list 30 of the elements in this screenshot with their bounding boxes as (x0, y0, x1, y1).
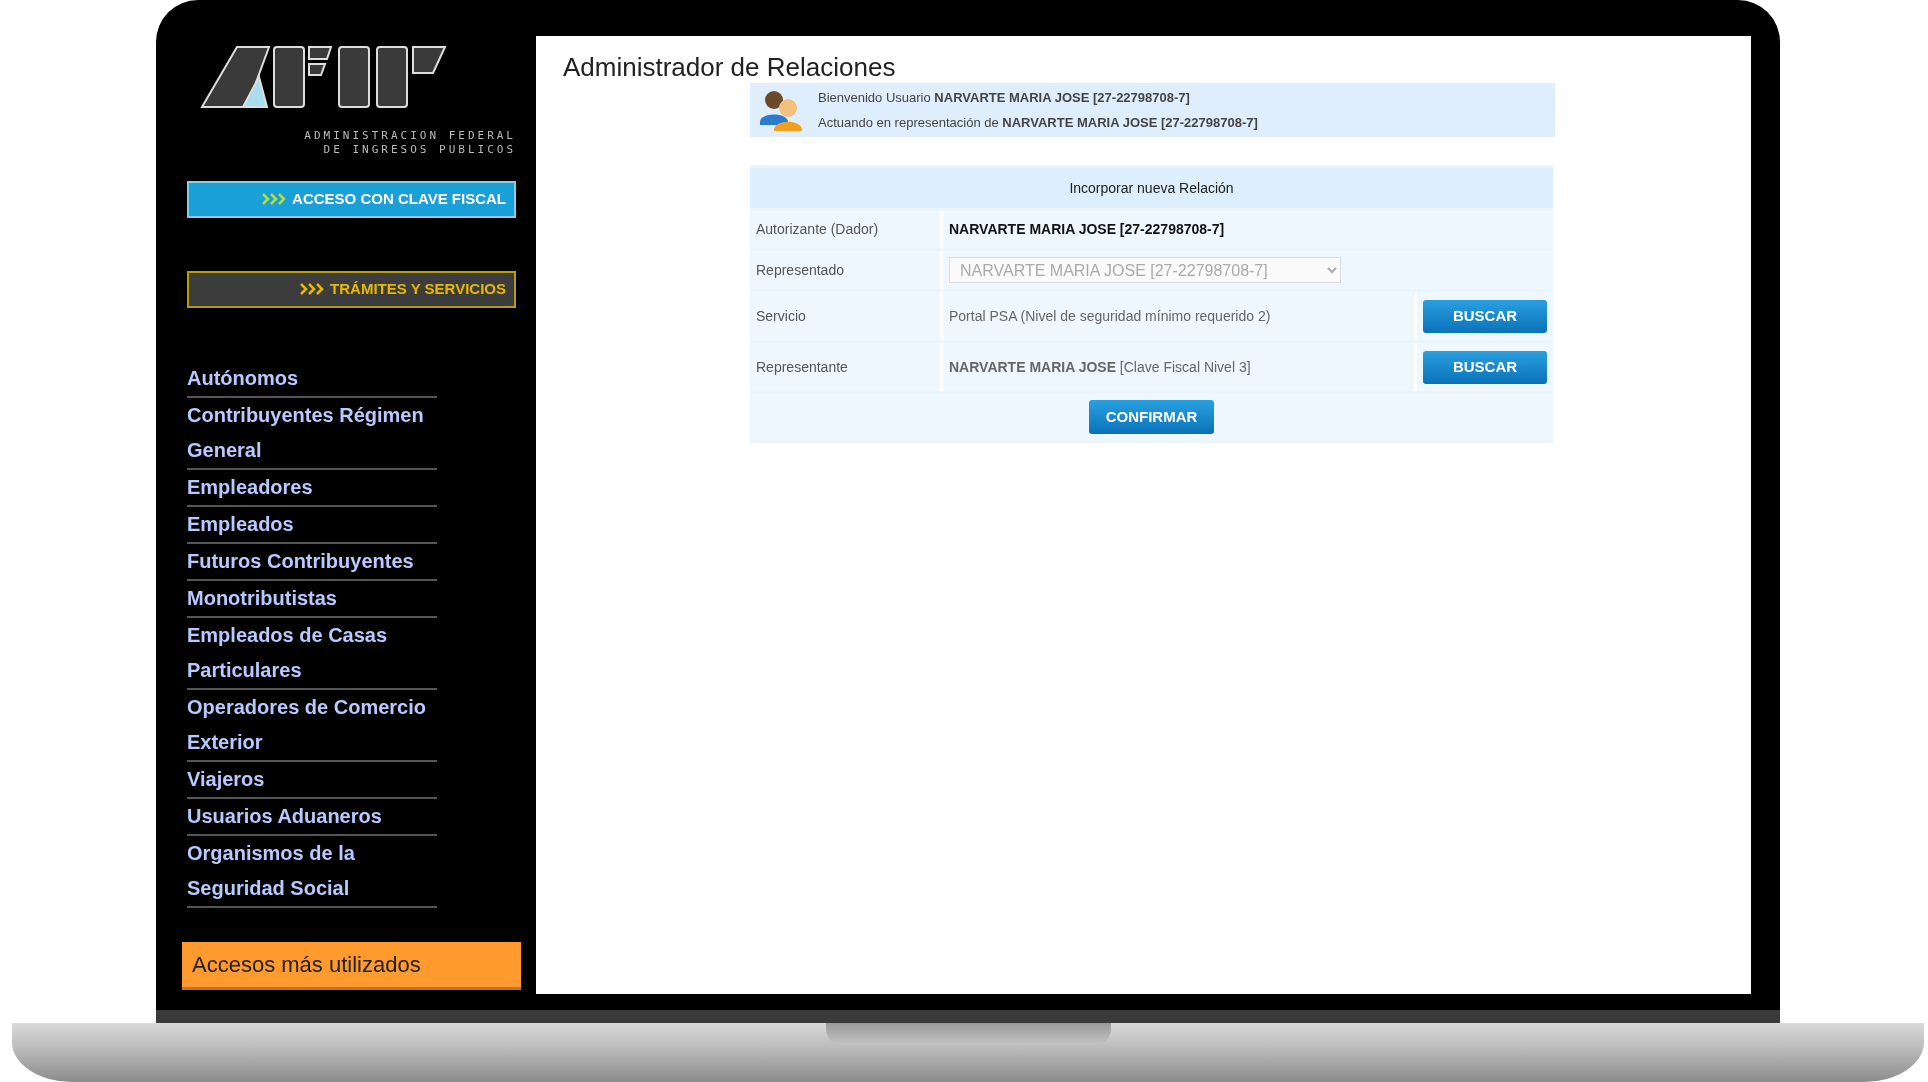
field-label: Autorizante (Dador) (750, 211, 943, 249)
sidebar-menu-link[interactable]: Empleados (187, 506, 437, 544)
sidebar-menu-link[interactable]: Operadores de Comercio Exterior (187, 689, 437, 762)
sidebar-menu-link[interactable]: Usuarios Aduaneros (187, 798, 437, 836)
page-title: Administrador de Relaciones (563, 52, 897, 84)
sidebar-menu-link[interactable]: Contribuyentes Régimen General (187, 397, 437, 470)
chevrons-icon (300, 283, 325, 295)
sidebar-menu-link[interactable]: Autónomos (187, 360, 437, 398)
field-value: NARVARTE MARIA JOSE [Clave Fiscal Nivel 3] (943, 343, 1417, 392)
most-used-access-header[interactable]: Accesos más utilizados (182, 942, 521, 990)
sidebar-menu-link[interactable]: Empleados de Casas Particulares (187, 617, 437, 690)
sidebar-menu-link[interactable]: Empleadores (187, 469, 437, 507)
welcome-text: Actuando en representación de NARVARTE MARIA JOSE [27-22798708-7] (818, 114, 1258, 133)
chevrons-icon (262, 193, 287, 205)
field-label: Representado (750, 251, 943, 290)
search-button[interactable]: BUSCAR (1423, 350, 1547, 384)
search-button[interactable]: BUSCAR (1423, 299, 1547, 333)
field-label: Servicio (750, 292, 943, 341)
welcome-text: Bienvenido Usuario NARVARTE MARIA JOSE [27-22798708-7] (818, 89, 1191, 108)
agency-name: ADMINISTRACION FEDERAL DE INGRESOS PUBLICOS (303, 129, 516, 157)
sidebar-link-button[interactable]: TRÁMITES Y SERVICIOS (187, 270, 516, 308)
sidebar-menu-link[interactable]: Monotributistas (187, 580, 437, 618)
sidebar-menu-link[interactable]: Viajeros (187, 761, 437, 799)
field-value: Portal PSA (Nivel de seguridad mínimo requerido 2) (943, 292, 1417, 341)
field-value: NARVARTE MARIA JOSE [27-22798708-7] (943, 211, 1553, 249)
sidebar-menu-link[interactable]: Futuros Contribuyentes (187, 543, 437, 581)
confirm-button[interactable]: CONFIRMAR (1089, 400, 1214, 435)
form-heading: Incorporar nueva Relación (750, 168, 1553, 209)
sidebar-menu-link[interactable]: Organismos de la Seguridad Social (187, 835, 437, 908)
field-label: Representante (750, 343, 943, 392)
